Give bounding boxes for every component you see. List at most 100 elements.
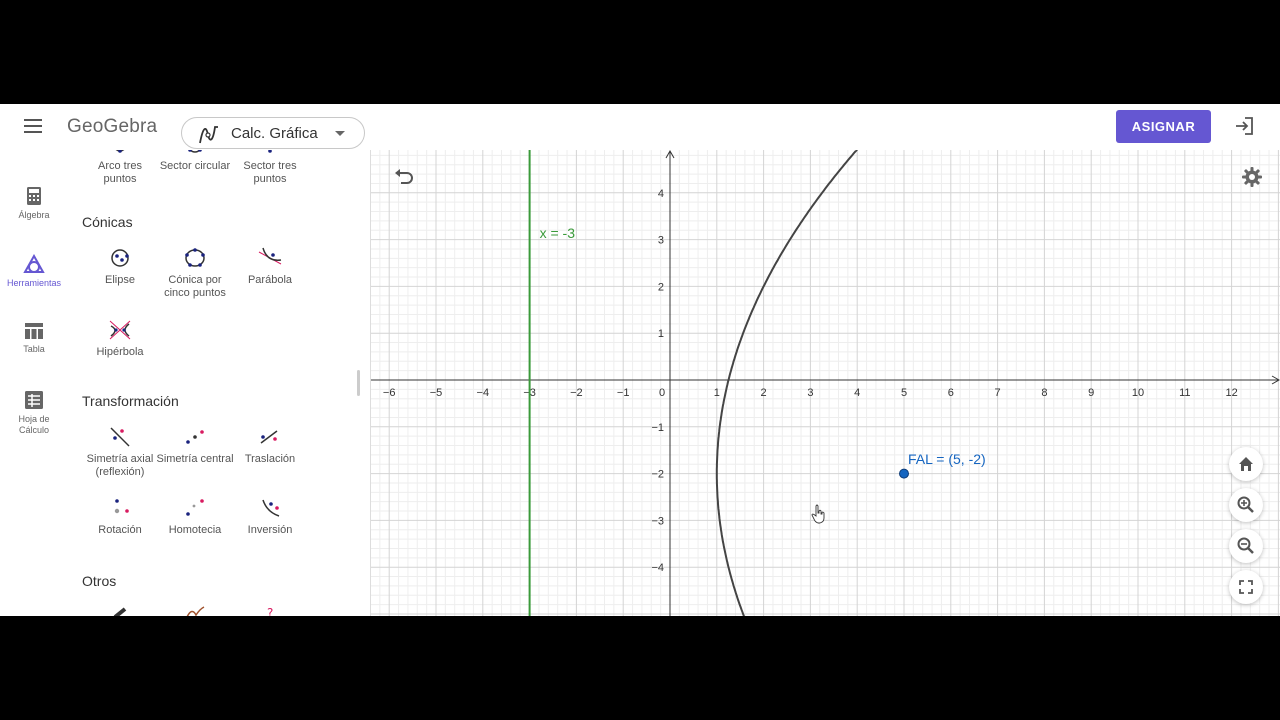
- rail-item-spreadsheet[interactable]: Hoja de Cálculo: [0, 390, 68, 436]
- rail-item-tools[interactable]: Herramientas: [0, 254, 68, 289]
- rail-label: Álgebra: [18, 210, 50, 220]
- svg-text:?: ?: [267, 606, 273, 616]
- question-mark-icon: ?: [267, 606, 273, 616]
- gear-icon[interactable]: [1241, 166, 1263, 193]
- x-tick-label: −1: [617, 387, 630, 399]
- rail-label: Hoja de Cálculo: [18, 414, 50, 435]
- rail-label: Tabla: [23, 344, 45, 354]
- fullscreen-button[interactable]: [1229, 570, 1263, 604]
- scrollbar-thumb[interactable]: [357, 370, 360, 396]
- fullscreen-icon: [1239, 580, 1253, 594]
- ellipse-icon: [111, 249, 129, 267]
- x-tick-label: 8: [1041, 387, 1047, 399]
- tool-conic-five-points[interactable]: Cónica por cinco puntos: [155, 246, 235, 300]
- rotate-icon: [114, 499, 129, 514]
- tool-circular-sector[interactable]: Sector circular: [155, 150, 235, 173]
- inversion-icon: [262, 499, 280, 517]
- geogebra-app: GeoGebra Calc. Gráfica ASIGNAR Álgebra H…: [0, 104, 1280, 616]
- tool-label: Arco tres puntos: [97, 160, 142, 185]
- tool-label: Traslación: [244, 453, 296, 465]
- x-tick-label: 5: [901, 387, 907, 399]
- graphics-view[interactable]: −6−5−4−3−2−101234567891011124321−1−2−3−4…: [371, 150, 1280, 616]
- translate-icon: [260, 430, 278, 444]
- reflect-point-icon: [186, 430, 204, 444]
- rail-label: Herramientas: [6, 278, 62, 288]
- x-tick-label: 10: [1132, 387, 1144, 399]
- zoom-in-icon: [1237, 496, 1254, 513]
- assign-button[interactable]: ASIGNAR: [1116, 110, 1211, 143]
- undo-icon[interactable]: [393, 168, 415, 191]
- tool-label: Rotación: [98, 524, 142, 536]
- rail-item-table[interactable]: Tabla: [0, 322, 68, 355]
- tool-hyperbola[interactable]: Hipérbola: [80, 318, 160, 359]
- tool-ellipse[interactable]: Elipse: [80, 246, 160, 287]
- x-tick-label: −2: [570, 387, 583, 399]
- tool-relation[interactable]: ?: [230, 605, 310, 616]
- pen-icon: [113, 607, 127, 616]
- tool-label: Homotecia: [168, 524, 222, 536]
- tool-translate[interactable]: Traslación: [230, 425, 310, 466]
- dilate-icon: [186, 499, 204, 516]
- tools-icon: [23, 254, 45, 273]
- x-tick-label: 2: [761, 387, 767, 399]
- view-rail: Álgebra Herramientas Tabla Hoja de Cálcu…: [0, 150, 69, 616]
- x-tick-label: 9: [1088, 387, 1094, 399]
- table-icon: [25, 323, 43, 339]
- arc-three-points-icon: [115, 150, 125, 153]
- sign-in-icon[interactable]: [1233, 115, 1255, 142]
- conic-five-points-icon: [185, 248, 205, 267]
- tool-label: Sector tres puntos: [243, 160, 297, 185]
- category-title: Cónicas: [82, 214, 133, 230]
- hyperbola-icon: [109, 320, 131, 340]
- y-tick-label: 2: [658, 281, 664, 293]
- tool-dilate[interactable]: Homotecia: [155, 496, 235, 537]
- parabola-icon: [258, 247, 282, 265]
- focus-point: [899, 468, 909, 479]
- zoom-in-button[interactable]: [1229, 488, 1263, 522]
- reflect-line-icon: [110, 427, 130, 447]
- zoom-out-icon: [1237, 537, 1254, 554]
- tool-reflect-point[interactable]: Simetría central: [155, 425, 235, 466]
- menu-icon[interactable]: [24, 119, 42, 133]
- x-tick-label: 7: [995, 387, 1001, 399]
- app-name: Calc. Gráfica: [231, 125, 318, 142]
- x-tick-label: 1: [714, 387, 720, 399]
- y-tick-label: −4: [651, 562, 664, 574]
- zoom-out-button[interactable]: [1229, 529, 1263, 563]
- calculator-icon: [27, 187, 41, 205]
- tool-reflect-line[interactable]: Simetría axial (reflexión): [80, 425, 160, 479]
- tool-label: Hipérbola: [96, 346, 144, 358]
- tool-sector-three-points[interactable]: Sector tres puntos: [230, 150, 310, 186]
- x-tick-label: −6: [383, 387, 396, 399]
- tool-rotate[interactable]: Rotación: [80, 496, 160, 537]
- line-label: x = -3: [539, 225, 575, 241]
- top-bar: GeoGebra Calc. Gráfica ASIGNAR: [0, 104, 1280, 151]
- spreadsheet-icon: [25, 391, 43, 409]
- x-tick-label: 0: [659, 387, 665, 399]
- tool-freehand[interactable]: [155, 605, 235, 616]
- rail-item-algebra[interactable]: Álgebra: [0, 186, 68, 221]
- y-tick-label: 1: [658, 328, 664, 340]
- y-tick-label: 3: [658, 235, 664, 247]
- tool-label: Elipse: [105, 274, 135, 286]
- x-tick-label: 4: [854, 387, 860, 399]
- chevron-down-icon: [335, 131, 345, 136]
- point-label: FAL = (5, -2): [908, 450, 986, 467]
- tools-panel: Arco tres puntos Sector circular Sector …: [68, 150, 371, 616]
- graphing-app-icon: [199, 126, 218, 144]
- freehand-icon: [186, 606, 205, 616]
- app-switcher[interactable]: Calc. Gráfica: [181, 117, 365, 149]
- tool-parabola[interactable]: Parábola: [230, 246, 310, 287]
- x-tick-label: 6: [948, 387, 954, 399]
- hand-cursor-icon: [811, 504, 827, 529]
- x-tick-label: 11: [1179, 387, 1190, 399]
- category-title: Otros: [82, 573, 117, 589]
- tool-arc-three-points[interactable]: Arco tres puntos: [80, 150, 160, 186]
- x-tick-label: 12: [1225, 387, 1237, 399]
- graph-canvas[interactable]: −6−5−4−3−2−101234567891011124321−1−2−3−4: [371, 150, 1280, 616]
- tool-label: Simetría axial (reflexión): [86, 453, 154, 478]
- tool-pen[interactable]: [80, 605, 160, 616]
- y-tick-label: −1: [651, 422, 664, 434]
- home-button[interactable]: [1229, 447, 1263, 481]
- tool-inversion[interactable]: Inversión: [230, 496, 310, 537]
